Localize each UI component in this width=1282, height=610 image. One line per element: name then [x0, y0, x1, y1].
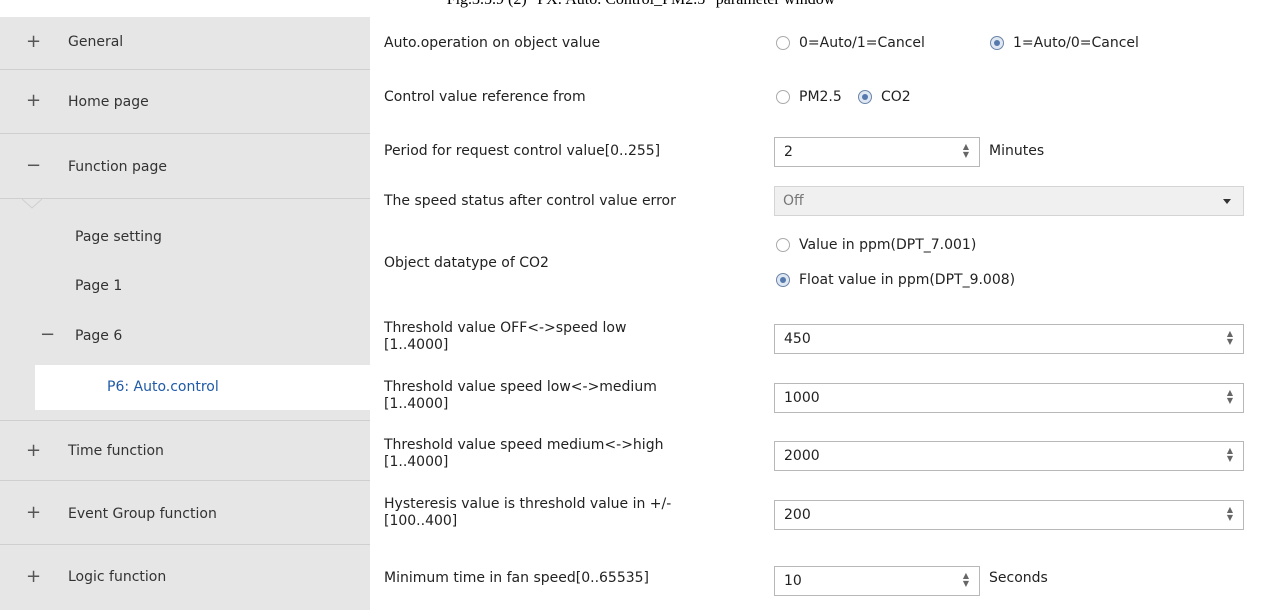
- param-label-threshold-off-low: Threshold value OFF<->speed low [1..4000…: [384, 320, 626, 354]
- spin-arrows-icon[interactable]: ▲ ▼: [1225, 447, 1235, 463]
- pointer-notch-icon: [22, 199, 42, 209]
- threshold-medium-high-spinbox[interactable]: 2000 ▲ ▼: [774, 441, 1244, 471]
- param-label-datatype: Object datatype of CO2: [384, 255, 549, 271]
- expand-icon: +: [26, 440, 42, 461]
- radio-value-ppm[interactable]: Value in ppm(DPT_7.001): [776, 237, 976, 253]
- field-value: 10: [784, 573, 802, 589]
- sidebar-item-label: Page 6: [75, 328, 123, 344]
- period-value: 2: [784, 144, 793, 160]
- dropdown-value: Off: [783, 193, 804, 209]
- param-label-speed-status: The speed status after control value err…: [384, 193, 676, 209]
- sidebar-item-label: Time function: [68, 443, 164, 459]
- radio-unchecked-icon: [776, 90, 790, 104]
- radio-label: 1=Auto/0=Cancel: [1013, 35, 1139, 51]
- expand-icon: +: [26, 502, 42, 523]
- radio-co2[interactable]: CO2: [858, 89, 911, 105]
- sidebar-item-general[interactable]: + General: [0, 17, 370, 70]
- radio-label: Value in ppm(DPT_7.001): [799, 237, 977, 253]
- param-label-min-time: Minimum time in fan speed[0..65535]: [384, 570, 650, 586]
- radio-float-value-ppm[interactable]: Float value in ppm(DPT_9.008): [776, 272, 1015, 288]
- radio-unchecked-icon: [776, 36, 790, 50]
- radio-checked-icon: [776, 273, 790, 287]
- sidebar-item-label: Logic function: [68, 569, 167, 585]
- sidebar-item-label: General: [68, 34, 124, 50]
- hysteresis-spinbox[interactable]: 200 ▲ ▼: [774, 500, 1244, 530]
- radio-checked-icon: [990, 36, 1004, 50]
- sidebar-item-event-group-function[interactable]: + Event Group function: [0, 481, 370, 545]
- param-label-threshold-low-medium: Threshold value speed low<->medium [1..4…: [384, 379, 657, 413]
- radio-unchecked-icon: [776, 238, 790, 252]
- spin-arrows-icon[interactable]: ▲ ▼: [1225, 330, 1235, 346]
- expand-icon: +: [26, 31, 42, 52]
- sidebar-item-label: Function page: [68, 159, 167, 175]
- param-label-threshold-medium-high: Threshold value speed medium<->high [1..…: [384, 437, 663, 471]
- label-range: [1..4000]: [384, 454, 449, 470]
- field-value: 200: [784, 507, 811, 523]
- sidebar-item-time-function[interactable]: + Time function: [0, 421, 370, 481]
- label-line: Threshold value OFF<->speed low: [384, 320, 627, 336]
- spin-arrows-icon[interactable]: ▲ ▼: [1225, 506, 1235, 522]
- sidebar-item-label: Event Group function: [68, 506, 217, 522]
- label-line: Threshold value speed low<->medium: [384, 379, 657, 395]
- radio-label: CO2: [881, 89, 911, 105]
- label-range: [1..4000]: [384, 337, 449, 353]
- field-value: 450: [784, 331, 811, 347]
- figure-caption: Fig.3.5.9 (2) "PX: Auto. Control_PM2.5" …: [0, 0, 1282, 9]
- expand-icon: +: [26, 90, 42, 111]
- sidebar-item-label: Page 1: [75, 278, 123, 294]
- sidebar-item-label: P6: Auto.control: [107, 379, 219, 395]
- label-range: [1..4000]: [384, 396, 449, 412]
- radio-1-auto-0-cancel[interactable]: 1=Auto/0=Cancel: [990, 35, 1139, 51]
- radio-pm25[interactable]: PM2.5: [776, 89, 842, 105]
- label-line: Hysteresis value is threshold value in +…: [384, 496, 672, 512]
- param-label-hysteresis: Hysteresis value is threshold value in +…: [384, 496, 671, 530]
- threshold-off-low-spinbox[interactable]: 450 ▲ ▼: [774, 324, 1244, 354]
- radio-label: PM2.5: [799, 89, 842, 105]
- threshold-low-medium-spinbox[interactable]: 1000 ▲ ▼: [774, 383, 1244, 413]
- sidebar-item-function-page[interactable]: − Function page: [0, 134, 370, 199]
- sidebar-item-label: Page setting: [75, 229, 162, 245]
- sidebar-item-page-setting[interactable]: Page setting: [0, 225, 370, 255]
- min-time-spinbox[interactable]: 10 ▲ ▼: [774, 566, 980, 596]
- radio-0-auto-1-cancel[interactable]: 0=Auto/1=Cancel: [776, 35, 925, 51]
- period-unit: Minutes: [989, 143, 1045, 159]
- field-value: 1000: [784, 390, 820, 406]
- collapse-icon: −: [40, 324, 56, 345]
- sidebar-item-home-page[interactable]: + Home page: [0, 70, 370, 134]
- param-label-control-reference: Control value reference from: [384, 89, 586, 105]
- sidebar-item-label: Home page: [68, 94, 149, 110]
- label-line: Threshold value speed medium<->high: [384, 437, 664, 453]
- radio-label: 0=Auto/1=Cancel: [799, 35, 925, 51]
- min-time-unit: Seconds: [989, 570, 1048, 586]
- radio-label: Float value in ppm(DPT_9.008): [799, 272, 1016, 288]
- chevron-down-icon: [1223, 199, 1231, 204]
- speed-status-dropdown[interactable]: Off: [774, 186, 1244, 216]
- field-value: 2000: [784, 448, 820, 464]
- sidebar-item-logic-function[interactable]: + Logic function: [0, 545, 370, 610]
- expand-icon: +: [26, 566, 42, 587]
- spin-arrows-icon[interactable]: ▲ ▼: [961, 143, 971, 159]
- param-label-period: Period for request control value[0..255]: [384, 143, 661, 159]
- param-label-auto-operation: Auto.operation on object value: [384, 35, 601, 51]
- sidebar-item-page-1[interactable]: Page 1: [0, 273, 370, 303]
- sidebar-item-p6-auto-control[interactable]: P6: Auto.control: [35, 365, 370, 410]
- collapse-icon: −: [26, 155, 42, 176]
- period-spinbox[interactable]: 2 ▲ ▼: [774, 137, 980, 167]
- spin-arrows-icon[interactable]: ▲ ▼: [961, 572, 971, 588]
- sidebar-item-page-6[interactable]: − Page 6: [0, 322, 370, 352]
- label-range: [100..400]: [384, 513, 458, 529]
- radio-checked-icon: [858, 90, 872, 104]
- spin-arrows-icon[interactable]: ▲ ▼: [1225, 389, 1235, 405]
